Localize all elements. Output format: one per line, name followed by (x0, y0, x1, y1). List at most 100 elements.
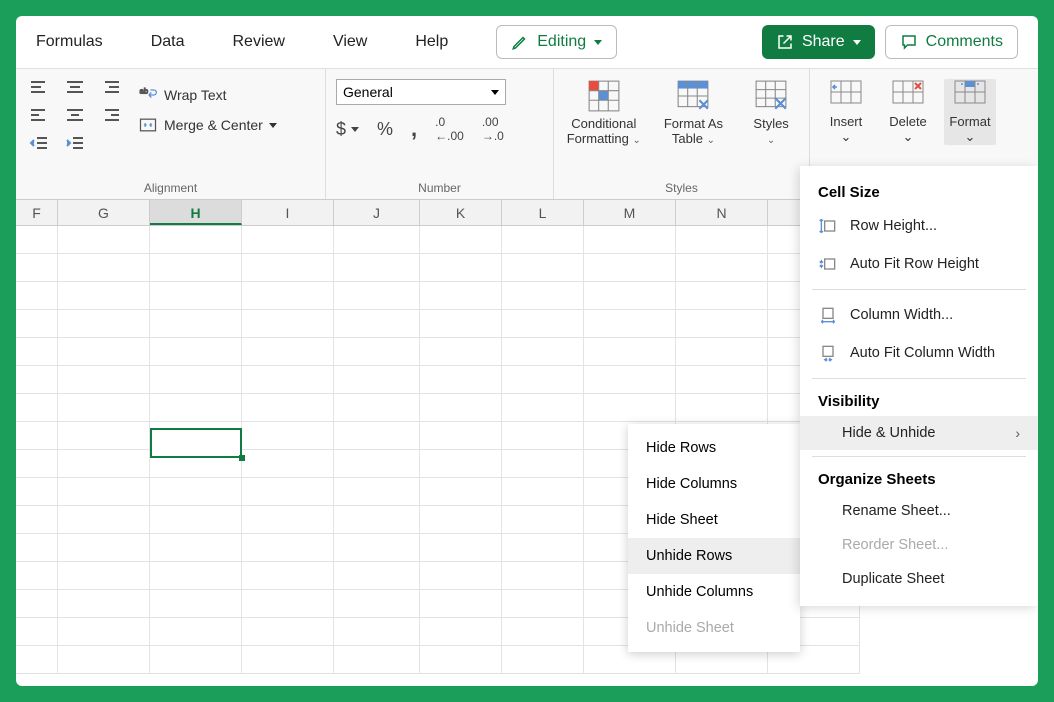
cell[interactable] (420, 646, 502, 674)
align-top-left-button[interactable] (26, 75, 52, 99)
cell[interactable] (334, 646, 420, 674)
comments-button[interactable]: Comments (885, 25, 1018, 59)
tab-help[interactable]: Help (415, 33, 448, 51)
cell[interactable] (420, 310, 502, 338)
cell[interactable] (334, 282, 420, 310)
menu-col-width[interactable]: Column Width... (800, 296, 1038, 334)
cell[interactable] (58, 450, 150, 478)
cell[interactable] (676, 254, 768, 282)
cell[interactable] (502, 394, 584, 422)
comma-format-button[interactable]: , (411, 116, 417, 142)
align-top-center-button[interactable] (62, 75, 88, 99)
cell[interactable] (502, 338, 584, 366)
increase-decimal-button[interactable]: .0←.00 (435, 115, 464, 143)
cell[interactable] (150, 506, 242, 534)
cell[interactable] (676, 282, 768, 310)
cell[interactable] (502, 478, 584, 506)
cell[interactable] (150, 646, 242, 674)
cell[interactable] (420, 338, 502, 366)
cell[interactable] (16, 590, 58, 618)
cell[interactable] (150, 366, 242, 394)
delete-cells-button[interactable]: Delete⌄ (882, 79, 934, 145)
align-mid-right-button[interactable] (98, 103, 124, 127)
cell[interactable] (334, 254, 420, 282)
cell[interactable] (58, 310, 150, 338)
cell[interactable] (334, 534, 420, 562)
cell[interactable] (58, 422, 150, 450)
cell[interactable] (334, 478, 420, 506)
menu-rename-sheet[interactable]: Rename Sheet... (800, 494, 1038, 528)
cell[interactable] (502, 590, 584, 618)
menu-duplicate-sheet[interactable]: Duplicate Sheet (800, 562, 1038, 596)
submenu-unhide-rows[interactable]: Unhide Rows (628, 538, 800, 574)
cell[interactable] (58, 254, 150, 282)
cell[interactable] (334, 590, 420, 618)
cell[interactable] (420, 618, 502, 646)
cell[interactable] (16, 394, 58, 422)
conditional-formatting-button[interactable]: Conditional Formatting ⌄ (564, 79, 644, 147)
number-format-select[interactable]: General (336, 79, 506, 105)
cell[interactable] (16, 450, 58, 478)
editing-mode-button[interactable]: Editing (496, 25, 617, 59)
cell[interactable] (420, 282, 502, 310)
cell[interactable] (16, 618, 58, 646)
cell[interactable] (334, 394, 420, 422)
cell[interactable] (420, 254, 502, 282)
cell[interactable] (58, 226, 150, 254)
cell[interactable] (16, 226, 58, 254)
cell[interactable] (242, 282, 334, 310)
cell[interactable] (502, 422, 584, 450)
cell[interactable] (502, 534, 584, 562)
menu-autofit-row[interactable]: Auto Fit Row Height (800, 245, 1038, 283)
align-top-right-button[interactable] (98, 75, 124, 99)
cell[interactable] (150, 254, 242, 282)
cell[interactable] (334, 366, 420, 394)
cell[interactable] (676, 338, 768, 366)
cell[interactable] (58, 562, 150, 590)
cell[interactable] (58, 590, 150, 618)
cell[interactable] (242, 366, 334, 394)
cell[interactable] (334, 338, 420, 366)
column-header-i[interactable]: I (242, 200, 334, 225)
cell[interactable] (502, 506, 584, 534)
column-header-j[interactable]: J (334, 200, 420, 225)
submenu-hide-rows[interactable]: Hide Rows (628, 430, 800, 466)
format-as-table-button[interactable]: Format As Table ⌄ (654, 79, 734, 147)
cell[interactable] (150, 562, 242, 590)
wrap-text-button[interactable]: ab Wrap Text (138, 85, 277, 105)
format-cells-button[interactable]: Format⌄ (944, 79, 996, 145)
submenu-hide-sheet[interactable]: Hide Sheet (628, 502, 800, 538)
cell[interactable] (334, 562, 420, 590)
cell[interactable] (502, 282, 584, 310)
cell[interactable] (502, 450, 584, 478)
cell[interactable] (584, 366, 676, 394)
increase-indent-button[interactable] (62, 131, 88, 155)
cell[interactable] (242, 338, 334, 366)
submenu-hide-columns[interactable]: Hide Columns (628, 466, 800, 502)
cell[interactable] (584, 394, 676, 422)
cell[interactable] (242, 254, 334, 282)
cell[interactable] (584, 338, 676, 366)
cell[interactable] (242, 534, 334, 562)
cell[interactable] (58, 478, 150, 506)
cell[interactable] (502, 562, 584, 590)
cell[interactable] (16, 282, 58, 310)
cell[interactable] (150, 282, 242, 310)
menu-row-height[interactable]: Row Height... (800, 207, 1038, 245)
cell[interactable] (242, 478, 334, 506)
cell[interactable] (676, 226, 768, 254)
cell[interactable] (420, 366, 502, 394)
cell[interactable] (58, 646, 150, 674)
fill-handle[interactable] (239, 455, 245, 461)
cell[interactable] (242, 562, 334, 590)
cell[interactable] (16, 562, 58, 590)
menu-hide-unhide[interactable]: Hide & Unhide › (800, 416, 1038, 450)
cell[interactable] (16, 506, 58, 534)
cell[interactable] (676, 366, 768, 394)
submenu-unhide-columns[interactable]: Unhide Columns (628, 574, 800, 610)
cell[interactable] (150, 478, 242, 506)
cell[interactable] (58, 506, 150, 534)
cell[interactable] (502, 310, 584, 338)
cell[interactable] (242, 450, 334, 478)
cell[interactable] (242, 394, 334, 422)
